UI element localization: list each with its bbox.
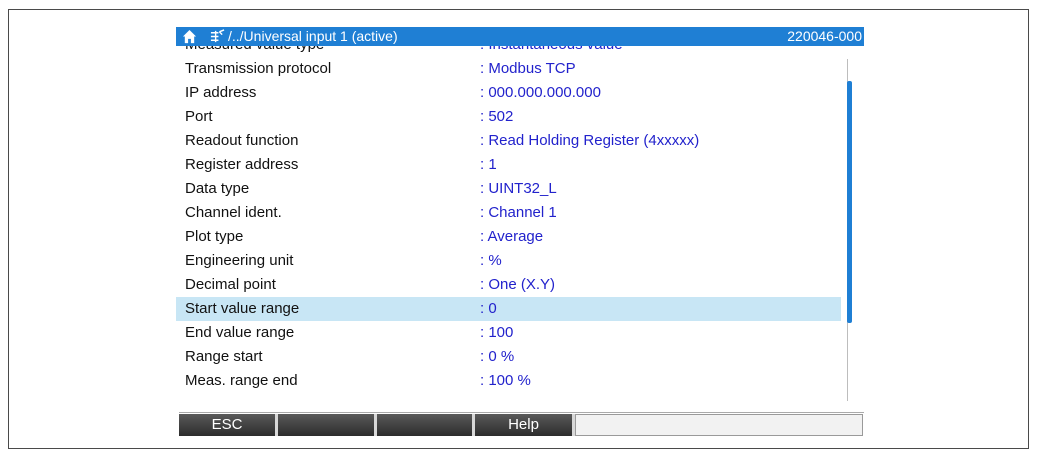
row-value: : 502 <box>480 108 514 125</box>
softkey-3[interactable] <box>377 414 475 436</box>
row-value: : % <box>480 252 502 269</box>
row-value: : 0 % <box>480 348 515 365</box>
list-item[interactable]: Channel ident. : Channel 1 <box>176 201 841 225</box>
row-label: Decimal point <box>185 276 276 293</box>
help-button[interactable]: Help <box>475 414 575 436</box>
row-label: Port <box>185 108 213 125</box>
row-label: Channel ident. <box>185 204 282 221</box>
row-value: : 100 <box>480 324 514 341</box>
list-item[interactable]: Range start : 0 % <box>176 345 841 369</box>
breadcrumb: /../Universal input 1 (active) <box>228 28 398 44</box>
row-label: Register address <box>185 156 299 173</box>
softkey-5[interactable] <box>575 414 863 436</box>
navigation-tree-icon <box>210 29 225 43</box>
scrollbar-thumb[interactable] <box>847 81 852 323</box>
row-label: End value range <box>185 324 295 341</box>
list-item[interactable]: Data type : UINT32_L <box>176 177 841 201</box>
row-value: : Modbus TCP <box>480 60 576 77</box>
row-value: : 1 <box>480 156 497 173</box>
list-item[interactable]: Transmission protocol : Modbus TCP <box>176 57 841 81</box>
row-value: : Channel 1 <box>480 204 557 221</box>
row-label: Engineering unit <box>185 252 294 269</box>
row-label: Readout function <box>185 132 299 149</box>
device-code: 220046-000 <box>787 28 862 44</box>
row-value: : 100 % <box>480 372 531 389</box>
list-item[interactable]: Meas. range end : 100 % <box>176 369 841 393</box>
row-value: : Instantaneous value <box>480 46 623 57</box>
list-item[interactable]: Register address : 1 <box>176 153 841 177</box>
list-item[interactable]: End value range : 100 <box>176 321 841 345</box>
row-value: : Average <box>480 228 544 245</box>
row-label: Data type <box>185 180 250 197</box>
row-value: : One (X.Y) <box>480 276 556 293</box>
row-value: : Read Holding Register (4xxxxx) <box>480 132 700 149</box>
row-label: Meas. range end <box>185 372 298 389</box>
list-item[interactable]: Port : 502 <box>176 105 841 129</box>
softkey-bar: ESC Help <box>179 412 864 436</box>
row-label: Measured value type <box>185 46 324 57</box>
home-icon[interactable] <box>182 29 197 44</box>
row-label: Transmission protocol <box>185 60 332 77</box>
row-label: Range start <box>185 348 263 365</box>
list-item-selected[interactable]: Start value range : 0 <box>176 297 841 321</box>
list-item[interactable]: Engineering unit : % <box>176 249 841 273</box>
row-value: : 0 <box>480 300 497 317</box>
list-item[interactable]: Decimal point : One (X.Y) <box>176 273 841 297</box>
row-value: : 000.000.000.000 <box>480 84 601 101</box>
title-bar: /../Universal input 1 (active) 220046-00… <box>176 27 864 46</box>
list-item[interactable]: Readout function : Read Holding Register… <box>176 129 841 153</box>
row-value: : UINT32_L <box>480 180 557 197</box>
list-item[interactable]: Measured value type : Instantaneous valu… <box>176 46 841 57</box>
esc-button[interactable]: ESC <box>179 414 278 436</box>
row-label: Plot type <box>185 228 244 245</box>
list-item[interactable]: Plot type : Average <box>176 225 841 249</box>
device-screen: /../Universal input 1 (active) 220046-00… <box>176 27 864 436</box>
softkey-2[interactable] <box>278 414 377 436</box>
parameter-list: Measured value type : Instantaneous valu… <box>176 46 841 428</box>
row-label: Start value range <box>185 300 300 317</box>
list-item[interactable]: IP address : 000.000.000.000 <box>176 81 841 105</box>
row-label: IP address <box>185 84 257 101</box>
